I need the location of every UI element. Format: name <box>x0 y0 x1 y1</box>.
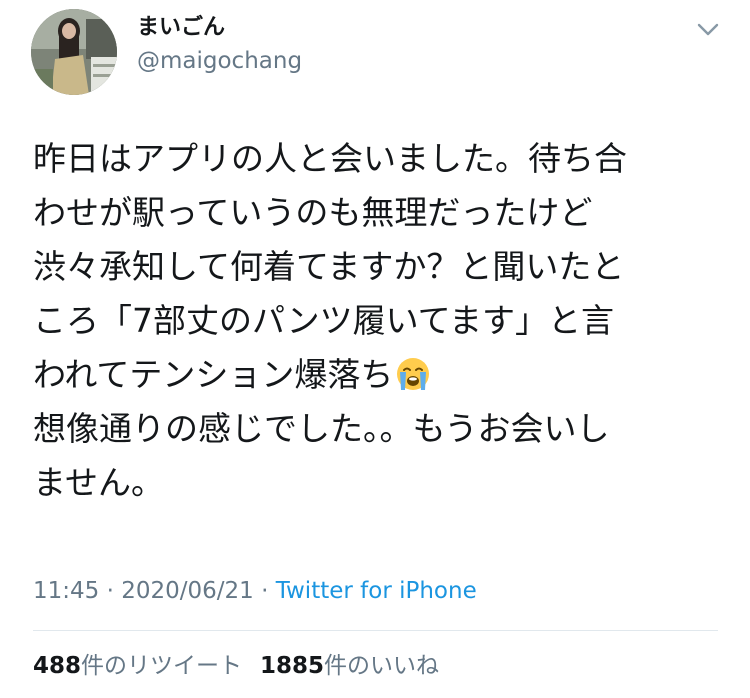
tweet-line: ません。 <box>33 463 165 502</box>
like-count: 1885 <box>260 653 325 679</box>
loudly-crying-face-icon <box>396 353 430 390</box>
meta-separator: · <box>99 578 122 604</box>
retweet-count: 488 <box>33 653 82 679</box>
display-name[interactable]: まいごん <box>137 14 225 42</box>
tweet-line: 渋々承知して何着てますか？と聞いたと <box>33 247 625 286</box>
retweet-label: 件のリツイート <box>81 653 243 679</box>
tweet-date[interactable]: 2020/06/21 <box>121 578 254 604</box>
tweet-meta: 11:45 · 2020/06/21 · Twitter for iPhone <box>33 575 477 607</box>
tweet-line: 想像通りの感じでした。。もうお会いし <box>33 409 610 448</box>
user-handle[interactable]: @maigochang <box>137 46 302 76</box>
meta-separator: · <box>253 578 276 604</box>
tweet-line: ころ「7部丈のパンツ履いてます」と言 <box>33 301 615 340</box>
chevron-down-icon[interactable] <box>693 14 723 44</box>
tweet-line: わせが駅っていうのも無理だったけど <box>33 193 593 232</box>
tweet-line: われてテンション爆落ち <box>33 355 394 394</box>
tweet-detail: まいごん @maigochang 昨日はアプリの人と会いました。待ち合 わせが駅… <box>0 0 750 698</box>
tweet-line: 昨日はアプリの人と会いました。待ち合 <box>33 139 627 178</box>
tweet-time[interactable]: 11:45 <box>33 578 99 604</box>
avatar[interactable] <box>31 9 117 95</box>
retweets-stat[interactable]: 488件のリツイート <box>33 653 242 679</box>
avatar-image <box>31 9 117 95</box>
tweet-source-link[interactable]: Twitter for iPhone <box>276 578 477 604</box>
likes-stat[interactable]: 1885件のいいね <box>260 653 439 679</box>
divider <box>33 630 718 631</box>
tweet-stats: 488件のリツイート 1885件のいいね <box>33 650 439 682</box>
like-label: 件のいいね <box>324 653 440 679</box>
tweet-text: 昨日はアプリの人と会いました。待ち合 わせが駅っていうのも無理だったけど 渋々承… <box>33 132 723 510</box>
